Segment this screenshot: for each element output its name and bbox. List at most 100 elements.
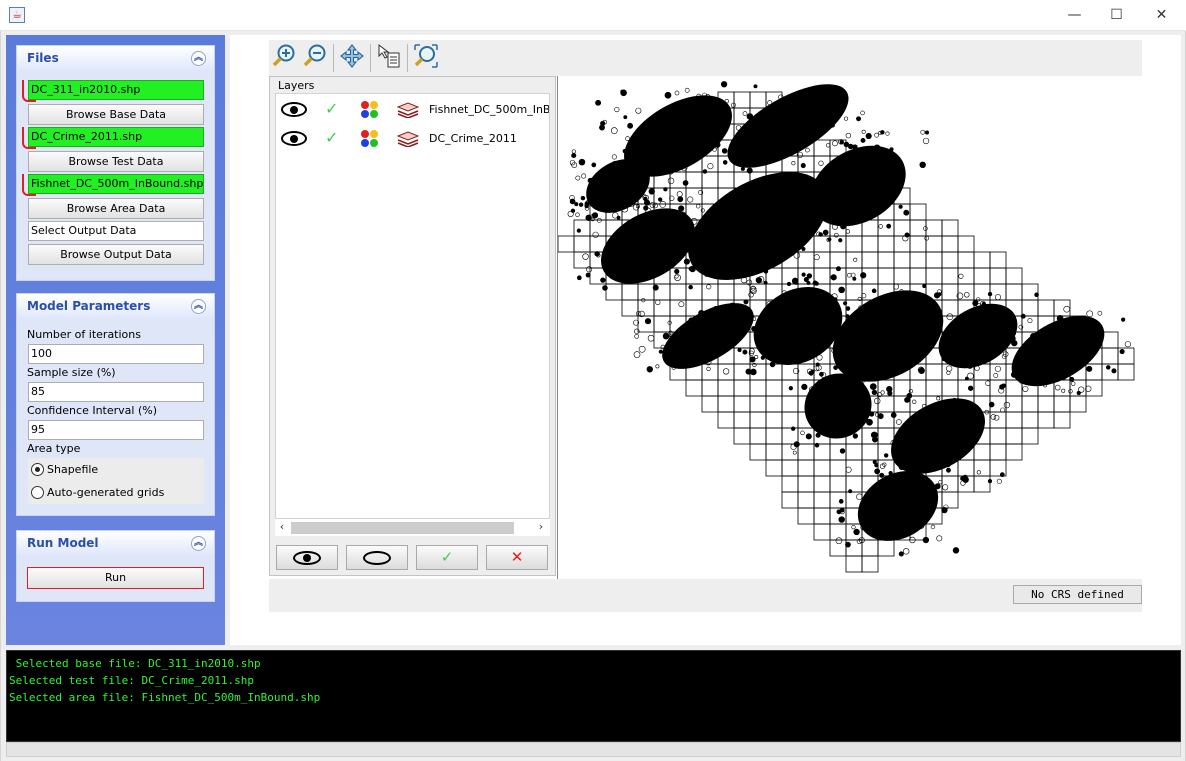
layer-row[interactable]: ✓ DC_Crime_2011 xyxy=(276,126,549,152)
grid-cell xyxy=(845,235,863,253)
point-marker xyxy=(934,483,941,490)
grid-cell xyxy=(701,171,719,189)
point-marker xyxy=(794,147,799,152)
point-marker xyxy=(1020,313,1026,319)
point-marker xyxy=(702,336,708,341)
point-marker xyxy=(701,132,709,140)
point-marker xyxy=(775,128,780,133)
point-marker xyxy=(792,353,798,359)
point-marker xyxy=(924,235,929,241)
grid-cell xyxy=(957,235,975,253)
point-marker xyxy=(749,356,756,363)
point-marker xyxy=(833,232,839,238)
show-all-layers-button[interactable] xyxy=(276,545,338,570)
model-panel-header[interactable]: Model Parameters ︽ xyxy=(17,294,214,319)
point-marker xyxy=(1022,385,1029,392)
point-marker xyxy=(752,211,759,217)
point-marker xyxy=(818,160,824,166)
point-marker xyxy=(1111,368,1117,374)
point-marker xyxy=(731,102,736,108)
point-marker xyxy=(567,210,574,217)
pan-icon[interactable] xyxy=(337,43,367,73)
collapse-icon[interactable]: ︽ xyxy=(191,299,206,314)
grid-cell xyxy=(733,411,751,429)
browse-base-button[interactable]: Browse Base Data xyxy=(28,104,204,125)
selected-check-icon[interactable]: ✓ xyxy=(325,128,338,147)
minimize-button[interactable]: — xyxy=(1052,0,1097,31)
style-palette-icon[interactable] xyxy=(361,101,381,119)
radio-shapefile[interactable]: Shapefile xyxy=(31,461,98,479)
collapse-icon[interactable]: ︽ xyxy=(191,51,206,66)
radio-unselected-icon[interactable] xyxy=(31,485,44,499)
grid-cell xyxy=(717,363,735,381)
visibility-eye-icon[interactable] xyxy=(281,102,307,117)
scroll-right-icon[interactable]: › xyxy=(534,519,548,536)
point-marker xyxy=(658,197,663,202)
layer-row[interactable]: ✓ Fishnet_DC_500m_InBou xyxy=(276,97,549,123)
point-marker xyxy=(655,299,661,306)
close-button[interactable]: ✕ xyxy=(1139,0,1184,31)
console-scrollbar[interactable] xyxy=(6,742,1181,757)
browse-area-button[interactable]: Browse Area Data xyxy=(28,198,204,219)
area-type-label: Area type xyxy=(27,442,81,455)
info-icon[interactable] xyxy=(374,43,404,73)
point-marker xyxy=(709,226,716,233)
radio-selected-icon[interactable] xyxy=(31,462,44,476)
selected-check-icon[interactable]: ✓ xyxy=(325,99,338,118)
point-marker xyxy=(674,152,681,159)
base-file-field[interactable]: DC_311_in2010.shp xyxy=(28,80,204,100)
point-marker xyxy=(666,134,671,139)
collapse-icon[interactable]: ︽ xyxy=(191,536,206,551)
zoom-in-icon[interactable] xyxy=(269,43,299,73)
point-marker xyxy=(600,120,606,127)
style-palette-icon[interactable] xyxy=(361,130,381,148)
layers-horizontal-scrollbar[interactable]: ‹ › xyxy=(275,519,550,536)
point-marker xyxy=(863,160,870,168)
confidence-input[interactable]: 95 xyxy=(28,420,204,440)
browse-output-button[interactable]: Browse Output Data xyxy=(28,244,204,265)
point-marker xyxy=(843,301,848,306)
sample-size-input[interactable]: 85 xyxy=(28,382,204,402)
point-marker xyxy=(700,122,707,129)
deselect-all-layers-button[interactable]: ✕ xyxy=(486,545,548,570)
files-panel-header[interactable]: Files ︽ xyxy=(17,46,214,71)
area-file-field[interactable]: Fishnet_DC_500m_InBound.shp xyxy=(28,174,204,194)
output-file-field[interactable]: Select Output Data xyxy=(28,221,204,241)
sample-size-label: Sample size (%) xyxy=(27,366,116,379)
select-all-layers-button[interactable]: ✓ xyxy=(416,545,478,570)
point-marker xyxy=(946,365,953,372)
grid-cell xyxy=(941,219,959,237)
grid-cell xyxy=(701,379,719,397)
point-marker xyxy=(873,144,881,152)
zoom-out-icon[interactable] xyxy=(300,43,330,73)
run-panel-header[interactable]: Run Model ︽ xyxy=(17,531,214,556)
grid-cell xyxy=(845,283,863,301)
point-marker xyxy=(625,182,632,189)
point-marker xyxy=(622,148,628,154)
map-canvas[interactable] xyxy=(557,76,1142,579)
scrollbar-thumb[interactable] xyxy=(291,522,514,534)
run-button[interactable]: Run xyxy=(27,567,204,589)
grid-cell xyxy=(685,171,703,189)
grid-cell xyxy=(813,139,831,157)
reset-extent-icon[interactable] xyxy=(411,43,441,73)
point-marker xyxy=(826,396,833,404)
browse-test-button[interactable]: Browse Test Data xyxy=(28,151,204,172)
hide-all-layers-button[interactable] xyxy=(346,545,408,570)
point-marker xyxy=(750,368,757,376)
scroll-left-icon[interactable]: ‹ xyxy=(275,519,289,536)
visibility-eye-icon[interactable] xyxy=(281,131,307,146)
radio-shapefile-label: Shapefile xyxy=(47,463,99,476)
point-marker xyxy=(865,132,872,140)
radio-auto-grids[interactable]: Auto-generated grids xyxy=(31,484,164,502)
point-marker xyxy=(942,341,950,349)
grid-cell xyxy=(765,395,783,413)
point-marker xyxy=(646,219,653,227)
point-marker xyxy=(958,273,964,279)
test-file-field[interactable]: DC_Crime_2011.shp xyxy=(28,127,204,147)
maximize-button[interactable]: ☐ xyxy=(1094,0,1139,31)
point-marker xyxy=(616,215,621,220)
point-marker xyxy=(994,304,1001,311)
iterations-input[interactable]: 100 xyxy=(28,344,204,364)
grid-cell xyxy=(829,235,847,253)
